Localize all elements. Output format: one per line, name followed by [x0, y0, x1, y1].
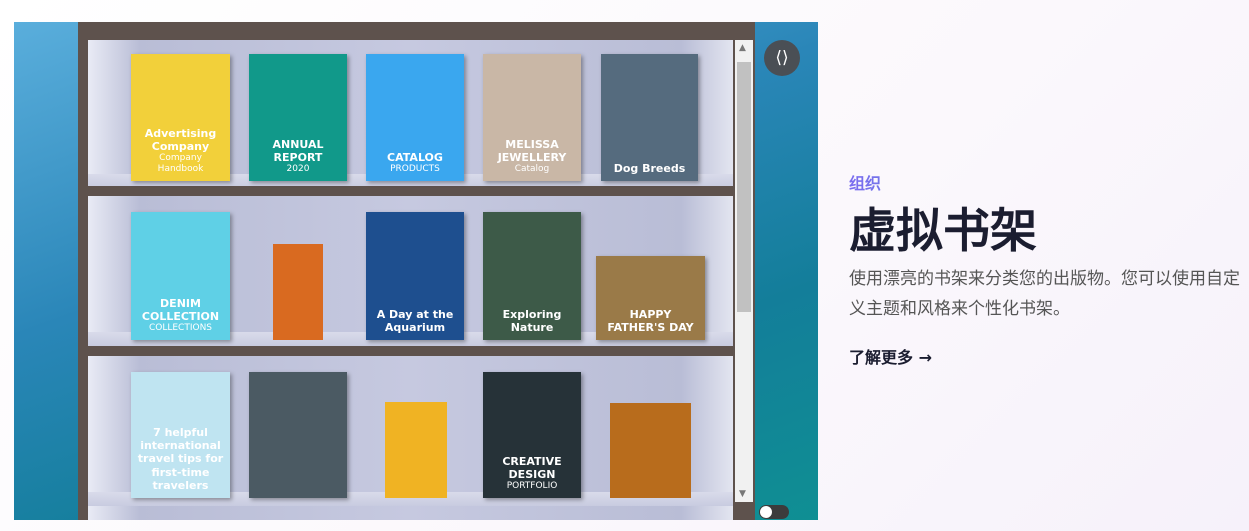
book-title: CATALOG: [387, 151, 443, 165]
book-title: Exploring Nature: [502, 307, 562, 334]
share-button[interactable]: ⟨⟩: [764, 40, 800, 76]
scroll-up-icon[interactable]: ▲: [739, 43, 746, 53]
book-subtitle: PRODUCTS: [390, 164, 440, 175]
book-cover[interactable]: Advertising Company Company Handbook: [131, 54, 230, 181]
book-subtitle: Company Handbook: [157, 153, 204, 175]
shelf-board: [88, 346, 733, 356]
book-cover[interactable]: A Day at the Aquarium: [366, 212, 464, 340]
book-cover[interactable]: HAPPY FATHER'S DAY: [596, 256, 705, 340]
book-title: Dog Breeds: [613, 161, 686, 175]
book-cover[interactable]: Dog Breeds: [601, 54, 698, 181]
book-title: ANNUAL REPORT: [272, 137, 324, 165]
book-cover[interactable]: [249, 372, 347, 498]
toggle-switch[interactable]: [759, 505, 789, 519]
learn-more-link[interactable]: 了解更多 →: [849, 344, 932, 368]
book-title: A Day at the Aquarium: [376, 307, 454, 334]
share-icon: ⟨⟩: [775, 48, 789, 68]
book-subtitle: 2020: [286, 164, 310, 175]
category-label: 组织: [849, 170, 1249, 194]
page-title: 虚拟书架: [849, 204, 1037, 259]
bookshelf-panel: Advertising Company Company Handbook ANNUA…: [14, 22, 818, 520]
book-title: HAPPY FATHER'S DAY: [607, 307, 694, 334]
book-subtitle: PORTFOLIO: [506, 481, 558, 492]
book-cover[interactable]: 7 helpful international travel tips for …: [131, 372, 230, 498]
book-cover[interactable]: Exploring Nature: [483, 212, 581, 340]
book-subtitle: Catalog: [514, 164, 550, 175]
book-cover[interactable]: MELISSA JEWELLERY Catalog: [483, 54, 581, 181]
book-cover[interactable]: [385, 402, 447, 498]
book-title: MELISSA JEWELLERY: [497, 137, 567, 165]
book-cover[interactable]: DENIM COLLECTION COLLECTIONS: [131, 212, 230, 340]
scrollbar[interactable]: ▲ ▼: [735, 40, 753, 502]
scroll-down-icon[interactable]: ▼: [739, 489, 746, 499]
bookshelf: Advertising Company Company Handbook ANNUA…: [78, 22, 789, 520]
book-title: CREATIVE DESIGN: [502, 454, 562, 482]
shelf-board: [88, 186, 733, 196]
book-title: 7 helpful international travel tips for …: [137, 426, 224, 492]
book-title: Advertising Company: [144, 127, 217, 154]
book-cover[interactable]: CATALOG PRODUCTS: [366, 54, 464, 181]
scrollbar-thumb[interactable]: [737, 62, 751, 312]
book-title: DENIM COLLECTION: [141, 296, 220, 324]
book-cover[interactable]: ANNUAL REPORT 2020: [249, 54, 347, 181]
book-cover[interactable]: [610, 403, 691, 498]
description: 使用漂亮的书架来分类您的出版物。您可以使用自定义主题和风格来个性化书架。: [849, 268, 1240, 319]
book-cover[interactable]: [273, 244, 323, 340]
book-cover[interactable]: CREATIVE DESIGN PORTFOLIO: [483, 372, 581, 498]
book-subtitle: COLLECTIONS: [148, 323, 213, 334]
feature-section: 组织 虚拟书架 使用漂亮的书架来分类您的出版物。您可以使用自定义主题和风格来个性…: [849, 170, 1249, 368]
